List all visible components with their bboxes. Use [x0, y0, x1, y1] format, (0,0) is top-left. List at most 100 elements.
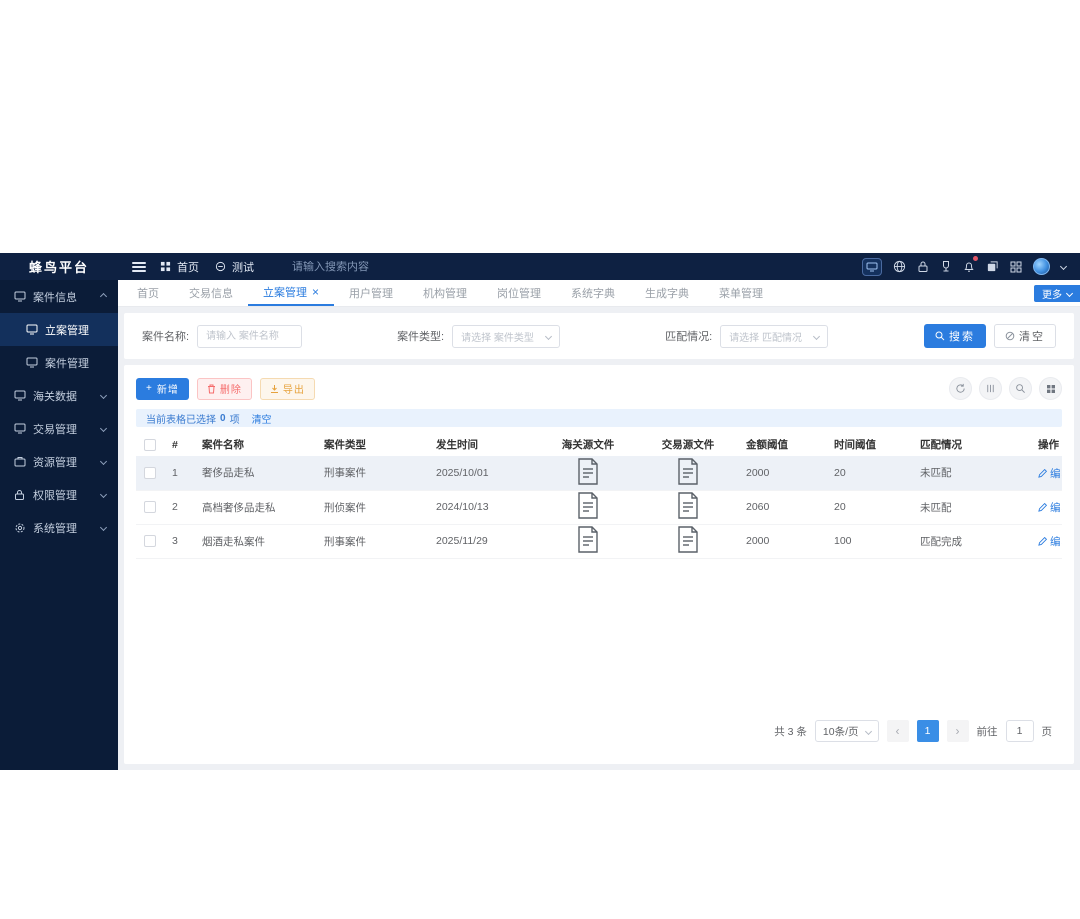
sidebar-label: 海关数据	[33, 390, 77, 403]
tab-gen-dict[interactable]: 生成字典	[630, 280, 704, 306]
sidebar: 案件信息 立案管理 案件管理 海关数据 交易管理 资源管理 权限管理 系统管理	[0, 280, 118, 770]
selection-clear-link[interactable]: 清空	[252, 411, 272, 426]
refresh-icon	[956, 383, 965, 393]
row-checkbox[interactable]	[144, 501, 156, 514]
cell-match: 未匹配	[912, 456, 1030, 491]
apps-grid-icon[interactable]	[1010, 261, 1022, 273]
menu-toggle-icon[interactable]	[132, 260, 146, 274]
cell-type: 刑侦案件	[316, 490, 428, 525]
globe-icon[interactable]	[893, 260, 906, 273]
sidebar-item-case-filing[interactable]: 立案管理	[0, 313, 118, 346]
edit-link[interactable]: 编辑	[1038, 534, 1062, 549]
table-row[interactable]: 1 奢侈品走私 刑事案件 2025/10/01 2000 20 未匹配 编	[136, 456, 1062, 491]
search-icon	[935, 331, 945, 341]
edit-link[interactable]: 编辑	[1038, 500, 1062, 515]
row-checkbox[interactable]	[144, 466, 156, 479]
cell-amount: 2000	[738, 524, 826, 559]
col-amount: 金额阈值	[746, 439, 788, 451]
chevron-up-icon	[99, 292, 108, 301]
case-name-input[interactable]	[197, 324, 303, 348]
copy-icon[interactable]	[986, 260, 999, 273]
tabs-more-button[interactable]: 更多	[1034, 285, 1080, 302]
cell-date: 2025/11/29	[428, 524, 538, 559]
next-page-button[interactable]: ›	[946, 720, 969, 742]
col-trade-file: 交易源文件	[661, 439, 715, 451]
tab-case-filing[interactable]: 立案管理 ×	[248, 280, 335, 306]
bell-icon[interactable]	[963, 256, 978, 273]
table-settings-button[interactable]	[1039, 377, 1062, 400]
topbar: 蜂鸟平台 首页 测试	[0, 253, 1080, 280]
add-button[interactable]: + 新增	[136, 377, 189, 400]
tab-post-manage[interactable]: 岗位管理	[482, 280, 556, 306]
tab-user-manage[interactable]: 用户管理	[334, 280, 408, 306]
avatar[interactable]	[1033, 258, 1050, 275]
table-toolbar: + 新增 删除 导出	[136, 377, 1062, 400]
sidebar-item-case-manage[interactable]: 案件管理	[0, 346, 118, 379]
tab-home[interactable]: 首页	[122, 280, 174, 306]
case-type-select[interactable]: 请选择 案件类型	[452, 324, 561, 348]
cell-type: 刑事案件	[316, 456, 428, 491]
clear-button[interactable]: 清空	[994, 324, 1056, 348]
cell-name: 奢侈品走私	[194, 456, 316, 491]
tab-menu-manage[interactable]: 菜单管理	[704, 280, 778, 306]
pagination: 共 3 条 10条/页 ‹ 1 › 前往 页	[136, 720, 1062, 764]
goto-page-input[interactable]	[1005, 720, 1034, 742]
chevron-down-icon	[99, 391, 108, 400]
lock-icon[interactable]	[917, 260, 929, 273]
document-icon[interactable]	[577, 526, 599, 553]
main-content: 首页 交易信息 立案管理 × 用户管理 机构管理 岗位管理 系统字典 生成字典 …	[118, 280, 1080, 770]
sidebar-group-trade-manage[interactable]: 交易管理	[0, 412, 118, 445]
export-button[interactable]: 导出	[259, 377, 315, 400]
delete-button[interactable]: 删除	[196, 377, 252, 400]
page: 蜂鸟平台 首页 测试 请输入搜索内容 案件信息 立案管理 案件管理 海关数据 交…	[0, 0, 1080, 919]
row-checkbox[interactable]	[144, 535, 156, 548]
col-index: #	[172, 438, 178, 451]
document-icon[interactable]	[677, 526, 699, 553]
document-icon[interactable]	[577, 492, 599, 519]
edit-link[interactable]: 编辑	[1038, 466, 1062, 481]
screen-toggle-button[interactable]	[862, 257, 882, 276]
zoom-button[interactable]	[1009, 377, 1032, 400]
prev-page-button[interactable]: ‹	[886, 720, 909, 742]
select-all-checkbox[interactable]	[144, 438, 156, 451]
cell-time: 20	[826, 490, 912, 525]
nav-home-label: 首页	[177, 261, 199, 274]
monitor-icon	[14, 423, 26, 434]
page-number-button[interactable]: 1	[916, 720, 939, 742]
nav-test[interactable]: 测试	[215, 259, 254, 275]
tab-org-manage[interactable]: 机构管理	[408, 280, 482, 306]
shield-lock-icon	[14, 489, 26, 501]
col-name: 案件名称	[202, 439, 244, 451]
sidebar-group-system-manage[interactable]: 系统管理	[0, 511, 118, 544]
gear-icon	[14, 522, 26, 534]
column-settings-button[interactable]	[979, 377, 1002, 400]
selection-text: 当前表格已选择	[146, 414, 216, 426]
document-icon[interactable]	[577, 458, 599, 485]
page-size-select[interactable]: 10条/页	[814, 720, 879, 742]
trophy-icon[interactable]	[940, 260, 952, 273]
search-button[interactable]: 搜索	[924, 324, 986, 348]
tab-trade-info[interactable]: 交易信息	[174, 280, 248, 306]
monitor-icon	[14, 390, 26, 401]
match-status-select[interactable]: 请选择 匹配情况	[720, 324, 829, 348]
sidebar-group-customs-data[interactable]: 海关数据	[0, 379, 118, 412]
document-icon[interactable]	[677, 458, 699, 485]
table-row[interactable]: 2 高档奢侈品走私 刑侦案件 2024/10/13 2060 20 未匹配 编	[136, 490, 1062, 525]
sidebar-group-resource-manage[interactable]: 资源管理	[0, 445, 118, 478]
tab-system-dict[interactable]: 系统字典	[556, 280, 630, 306]
sidebar-group-perm-manage[interactable]: 权限管理	[0, 478, 118, 511]
global-search-input[interactable]	[292, 260, 422, 273]
refresh-button[interactable]	[949, 377, 972, 400]
cell-type: 刑事案件	[316, 524, 428, 559]
document-icon[interactable]	[677, 492, 699, 519]
table-row[interactable]: 3 烟酒走私案件 刑事案件 2025/11/29 2000 100 匹配完成 编	[136, 524, 1062, 559]
sidebar-group-case-info[interactable]: 案件信息	[0, 280, 118, 313]
nav-home[interactable]: 首页	[160, 259, 199, 275]
total-count: 共 3 条	[774, 725, 807, 738]
sidebar-label: 系统管理	[33, 522, 77, 535]
chevron-down-icon[interactable]	[1059, 262, 1068, 271]
close-icon[interactable]: ×	[312, 286, 319, 298]
grid-icon	[160, 261, 172, 272]
col-ops: 操作	[1038, 439, 1059, 451]
col-time: 时间阈值	[834, 439, 876, 451]
